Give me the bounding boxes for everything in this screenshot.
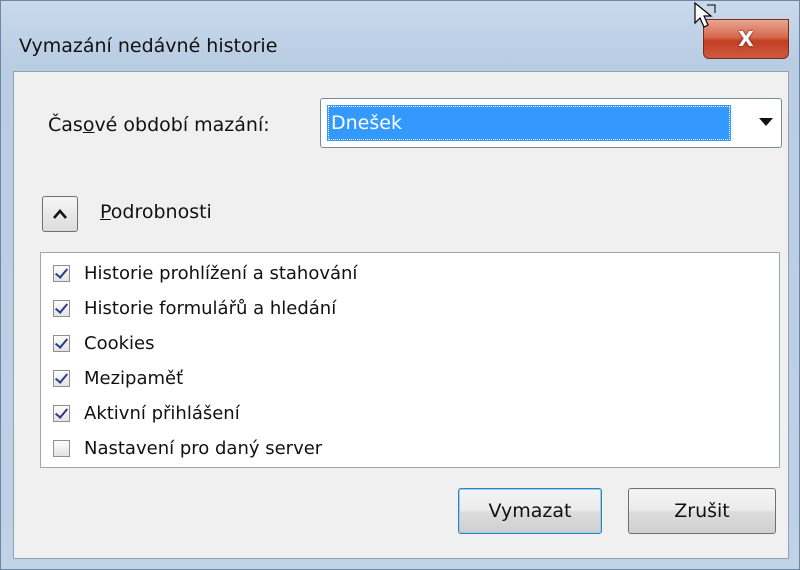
chevron-down-icon[interactable] <box>759 118 773 126</box>
checkbox[interactable] <box>53 334 70 352</box>
checkbox[interactable] <box>53 404 70 422</box>
list-item-form-history[interactable]: Historie formulářů a hledání <box>53 292 336 324</box>
clear-now-button[interactable]: Vymazat <box>458 488 602 534</box>
time-range-selected-value: Dnešek <box>327 105 731 141</box>
checkbox[interactable] <box>53 264 70 282</box>
checkbox[interactable] <box>53 369 70 387</box>
dialog-title: Vymazání nedávné historie <box>19 35 278 57</box>
time-range-select[interactable]: Dnešek <box>320 98 782 148</box>
clear-history-dialog: Vymazání nedávné historie X Časové obdob… <box>0 0 800 570</box>
checkbox[interactable] <box>53 299 70 317</box>
mouse-cursor-icon <box>694 1 716 28</box>
details-toggle-button[interactable] <box>42 196 78 232</box>
cancel-button[interactable]: Zrušit <box>628 488 776 534</box>
details-label[interactable]: Podrobnosti <box>100 201 212 223</box>
chevron-up-icon <box>53 209 67 219</box>
title-bar[interactable]: Vymazání nedávné historie X <box>1 1 799 71</box>
list-item-cache[interactable]: Mezipaměť <box>53 362 183 394</box>
checkbox[interactable] <box>53 439 70 457</box>
time-range-label: Časové období mazání: <box>48 114 270 136</box>
list-item-cookies[interactable]: Cookies <box>53 327 154 359</box>
close-icon: X <box>738 27 754 51</box>
dialog-content: Časové období mazání: Dnešek Podrobnosti… <box>13 71 789 559</box>
list-item-site-preferences[interactable]: Nastavení pro daný server <box>53 432 322 464</box>
list-item-browsing-history[interactable]: Historie prohlížení a stahování <box>53 257 357 289</box>
history-items-list[interactable]: Historie prohlížení a stahování Historie… <box>40 252 780 468</box>
list-item-active-logins[interactable]: Aktivní přihlášení <box>53 397 240 429</box>
